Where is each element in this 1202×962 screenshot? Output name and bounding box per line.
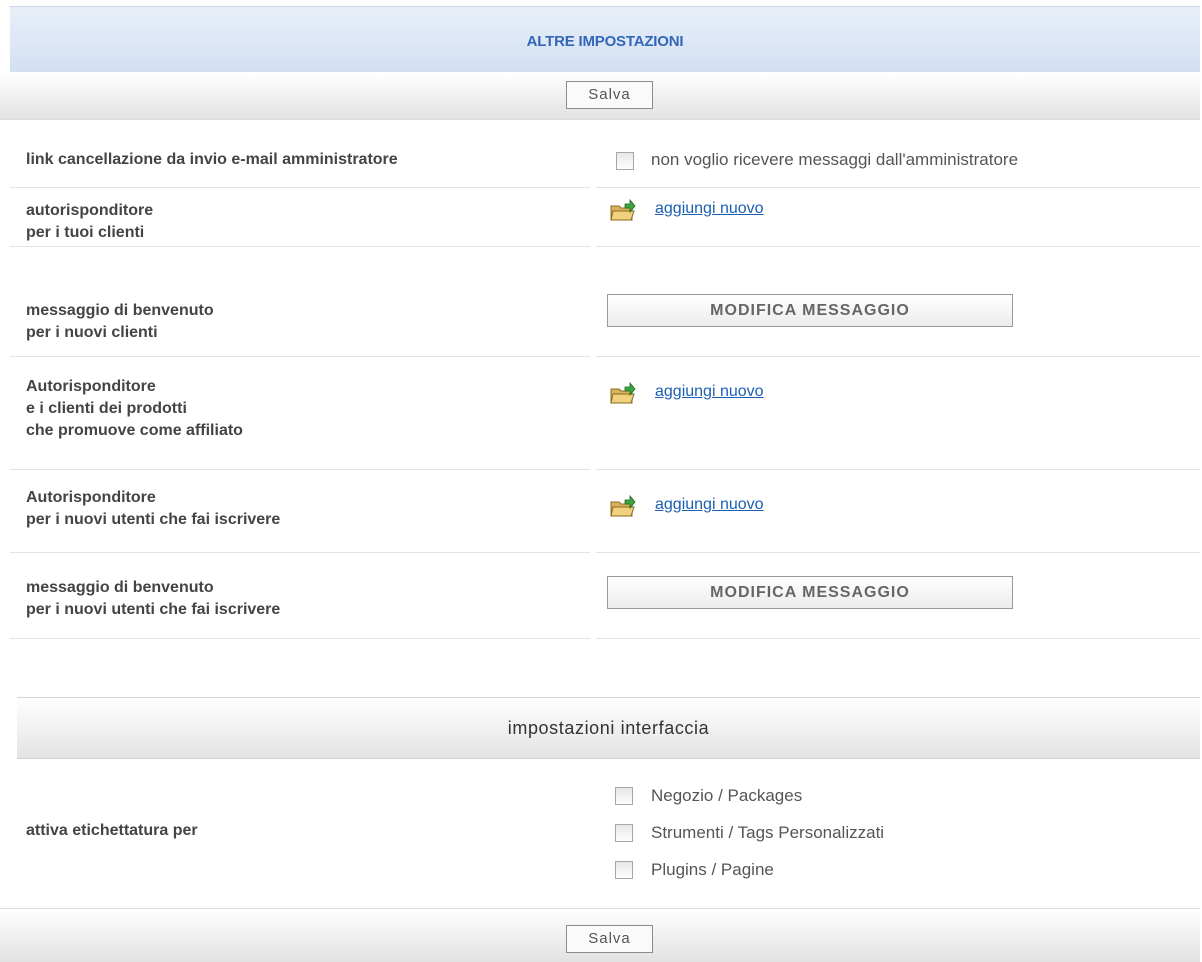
row-divider bbox=[10, 187, 590, 188]
tools-tags-checkbox[interactable] bbox=[615, 824, 633, 842]
top-save-bar: Salva bbox=[0, 73, 1200, 120]
shop-packages-checkbox[interactable] bbox=[615, 787, 633, 805]
add-autoresponder-clients-link[interactable]: aggiungi nuovo bbox=[655, 200, 764, 218]
edit-welcome-message-new-users-button[interactable]: MODIFICA MESSAGGIO bbox=[607, 576, 1013, 609]
autoresponder-new-users-label: Autorisponditore per i nuovi utenti che … bbox=[26, 487, 280, 531]
label-line: messaggio di benvenuto bbox=[26, 579, 214, 596]
row-divider bbox=[10, 246, 590, 247]
label-line: per i nuovi utenti che fai iscrivere bbox=[26, 511, 281, 528]
row-divider bbox=[10, 552, 590, 553]
label-line: per i nuovi clienti bbox=[26, 324, 158, 341]
row-divider bbox=[596, 469, 1200, 470]
bottom-save-bar: Salva bbox=[0, 908, 1200, 962]
edit-welcome-message-clients-button[interactable]: MODIFICA MESSAGGIO bbox=[607, 294, 1013, 327]
autoresponder-clients-label: autorisponditore per i tuoi clienti bbox=[26, 200, 153, 244]
settings-header: ALTRE IMPOSTAZIONI bbox=[10, 6, 1200, 72]
label-line: e i clienti dei prodotti bbox=[26, 400, 187, 417]
welcome-message-new-users-label: messaggio di benvenuto per i nuovi utent… bbox=[26, 577, 280, 621]
labeling-label: attiva etichettatura per bbox=[26, 822, 198, 839]
interface-settings-title: impostazioni interfaccia bbox=[507, 718, 710, 738]
plugins-pages-checkbox[interactable] bbox=[615, 861, 633, 879]
shop-packages-label: Negozio / Packages bbox=[651, 786, 803, 805]
add-autoresponder-affiliate-link[interactable]: aggiungi nuovo bbox=[655, 383, 764, 401]
folder-add-icon bbox=[610, 495, 636, 517]
save-button-top[interactable]: Salva bbox=[566, 81, 653, 109]
add-autoresponder-new-users-link[interactable]: aggiungi nuovo bbox=[655, 496, 764, 514]
page-title: ALTRE IMPOSTAZIONI bbox=[526, 33, 684, 50]
interface-settings-bar: impostazioni interfaccia bbox=[17, 697, 1200, 759]
plugins-pages-label: Plugins / Pagine bbox=[651, 860, 774, 879]
folder-add-icon bbox=[610, 382, 636, 404]
save-button-bottom[interactable]: Salva bbox=[566, 925, 653, 953]
folder-add-icon bbox=[610, 199, 636, 221]
row-divider bbox=[10, 638, 590, 639]
row-divider bbox=[596, 246, 1200, 247]
tools-tags-label: Strumenti / Tags Personalizzati bbox=[651, 823, 885, 842]
label-line: per i nuovi utenti che fai iscrivere bbox=[26, 601, 281, 618]
row-divider bbox=[10, 356, 590, 357]
row-divider bbox=[596, 187, 1200, 188]
welcome-message-clients-label: messaggio di benvenuto per i nuovi clien… bbox=[26, 300, 214, 344]
row-divider bbox=[596, 552, 1200, 553]
label-line: autorisponditore bbox=[26, 202, 154, 219]
label-line: Autorisponditore bbox=[26, 489, 156, 506]
admin-messages-option-label: non voglio ricevere messaggi dall'ammini… bbox=[651, 150, 1019, 169]
label-line: Autorisponditore bbox=[26, 378, 156, 395]
row-divider bbox=[596, 638, 1200, 639]
autoresponder-affiliate-label: Autorisponditore e i clienti dei prodott… bbox=[26, 376, 243, 442]
label-line: per i tuoi clienti bbox=[26, 224, 145, 241]
row-divider bbox=[10, 469, 590, 470]
admin-messages-checkbox[interactable] bbox=[616, 152, 634, 170]
label-line: che promuove come affiliato bbox=[26, 422, 243, 439]
row-divider bbox=[596, 356, 1200, 357]
label-line: messaggio di benvenuto bbox=[26, 302, 214, 319]
admin-email-unsubscribe-label: link cancellazione da invio e-mail ammin… bbox=[26, 151, 398, 168]
